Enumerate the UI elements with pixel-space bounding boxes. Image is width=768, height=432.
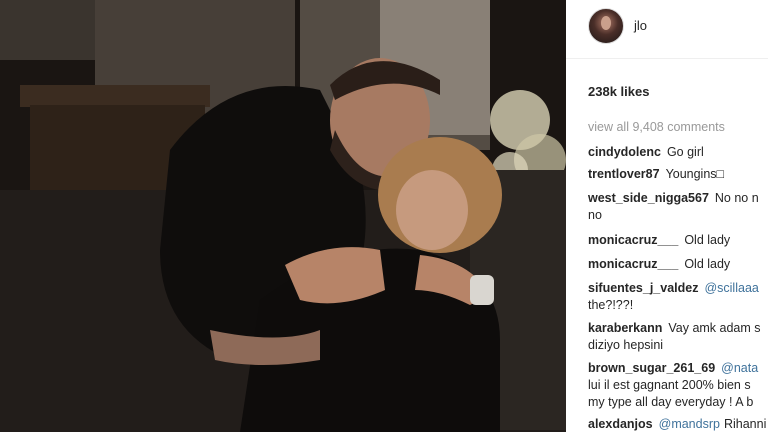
- comment-item: trentlover87 Youngins□: [588, 166, 768, 183]
- comment-item: monicacruz___ Old lady: [588, 256, 768, 273]
- comment-username[interactable]: monicacruz___: [588, 257, 678, 271]
- post-username[interactable]: jlo: [634, 18, 647, 33]
- comment-text: Vay amk adam s: [668, 321, 761, 335]
- comment-text-continued: my type all day everyday ! A b: [588, 395, 754, 409]
- post-sidebar: jlo 238k likes view all 9,408 comments c…: [566, 0, 768, 432]
- comment-text: Youngins□: [665, 167, 725, 181]
- comment-mention[interactable]: @scillaaa: [704, 281, 758, 295]
- comment-mention[interactable]: @nata: [721, 361, 758, 375]
- comment-text: Old lady: [684, 257, 731, 271]
- comment-item: monicacruz___ Old lady: [588, 232, 768, 249]
- post-photo-scene: [0, 0, 566, 432]
- comment-username[interactable]: monicacruz___: [588, 233, 678, 247]
- comment-username[interactable]: sifuentes_j_valdez: [588, 281, 698, 295]
- comment-item: sifuentes_j_valdez @scillaaa the?!??!: [588, 280, 768, 314]
- comment-mention[interactable]: @mandsrp: [659, 417, 720, 431]
- comment-text: Rihanni: [723, 417, 767, 431]
- post-photo[interactable]: [0, 0, 566, 432]
- comment-username[interactable]: cindydolenc: [588, 145, 661, 159]
- view-all-comments-link[interactable]: view all 9,408 comments: [588, 120, 725, 134]
- comment-item: west_side_nigga567 No no n no: [588, 190, 768, 224]
- profile-avatar[interactable]: [588, 8, 624, 44]
- comment-item: alexdanjos @mandsrp Rihanni: [588, 416, 768, 432]
- comment-username[interactable]: karaberkann: [588, 321, 662, 335]
- comment-username[interactable]: west_side_nigga567: [588, 191, 709, 205]
- comment-text-continued: no: [588, 208, 602, 222]
- comment-text: lui il est gagnant 200% bien s: [588, 378, 751, 392]
- comment-text-continued: diziyo hepsini: [588, 338, 664, 352]
- comment-username[interactable]: alexdanjos: [588, 417, 653, 431]
- comment-text: No no n: [714, 191, 759, 205]
- comment-username[interactable]: trentlover87: [588, 167, 660, 181]
- comment-item: cindydolenc Go girl: [588, 144, 768, 161]
- likes-count[interactable]: 238k likes: [588, 84, 649, 99]
- comment-text: Go girl: [666, 145, 704, 159]
- comment-item: karaberkann Vay amk adam s diziyo hepsini: [588, 320, 768, 354]
- comment-item: brown_sugar_261_69 @nata lui il est gagna…: [588, 360, 768, 411]
- comment-text: Old lady: [684, 233, 731, 247]
- comment-text: the?!??!: [588, 298, 634, 312]
- post-header: jlo: [566, 0, 768, 59]
- comment-username[interactable]: brown_sugar_261_69: [588, 361, 715, 375]
